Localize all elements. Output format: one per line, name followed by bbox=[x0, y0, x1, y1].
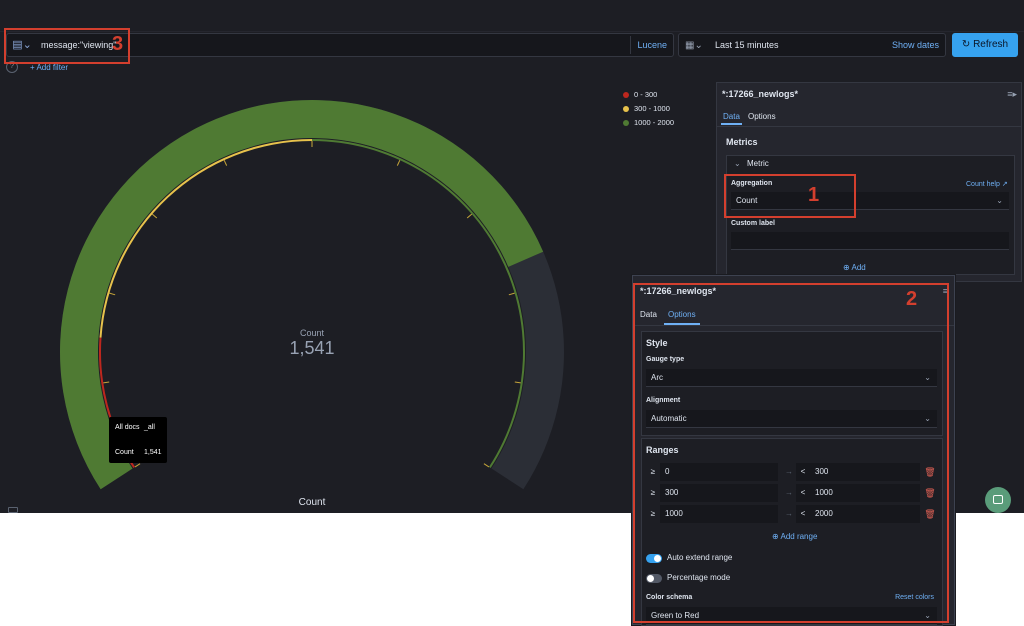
chevron-down-icon: ⌄ bbox=[996, 196, 1003, 205]
inspect-icon[interactable] bbox=[8, 507, 18, 513]
add-label: Add bbox=[851, 263, 866, 272]
custom-label-label: Custom label bbox=[731, 220, 775, 227]
legend-dot-high bbox=[623, 120, 629, 126]
date-picker[interactable]: ▦⌄ Last 15 minutes Show dates bbox=[678, 33, 946, 57]
legend-dot-mid bbox=[623, 106, 629, 112]
metrics-heading: Metrics bbox=[726, 137, 758, 147]
top-nav-bar bbox=[0, 0, 1024, 32]
query-language-button[interactable]: Lucene bbox=[637, 39, 667, 52]
gauge-tick bbox=[514, 381, 521, 384]
refresh-label: Refresh bbox=[973, 39, 1009, 50]
gauge-tick bbox=[483, 463, 490, 468]
legend-item[interactable]: 0 - 300 bbox=[620, 88, 674, 102]
divider bbox=[630, 36, 631, 54]
chat-icon[interactable] bbox=[985, 487, 1011, 513]
gauge-tick bbox=[151, 213, 158, 219]
menu-icon[interactable]: ≡▸ bbox=[1007, 89, 1017, 100]
plus-circle-icon: ⊕ bbox=[843, 263, 850, 272]
show-dates-button[interactable]: Show dates bbox=[892, 39, 939, 52]
annotation-number: 2 bbox=[906, 288, 918, 310]
gauge-range-scale bbox=[99, 139, 312, 338]
count-help-label: Count help bbox=[966, 181, 1000, 188]
refresh-icon: ↻ bbox=[961, 39, 971, 50]
visualization-area: 0 - 300 300 - 1000 1000 - 2000 Count 1,5… bbox=[0, 82, 710, 513]
external-link-icon: ↗ bbox=[1001, 181, 1008, 188]
tabs-divider bbox=[717, 126, 1021, 127]
time-range-text[interactable]: Last 15 minutes bbox=[715, 39, 779, 52]
annotation-box-2 bbox=[633, 283, 949, 623]
legend-label: 0 - 300 bbox=[634, 90, 658, 99]
gauge-tick bbox=[466, 213, 473, 219]
gauge-value: 1,541 bbox=[289, 338, 335, 358]
tab-options[interactable]: Options bbox=[748, 111, 776, 123]
gauge-chart bbox=[60, 99, 565, 490]
legend-label: 1000 - 2000 bbox=[634, 118, 675, 127]
legend-dot-low bbox=[623, 92, 629, 98]
tooltip-key: Count bbox=[115, 449, 134, 456]
annotation-number: 3 bbox=[112, 33, 124, 55]
refresh-button[interactable]: ↻ Refresh bbox=[952, 33, 1018, 57]
annotation-number: 1 bbox=[808, 184, 820, 206]
tooltip-key: All docs bbox=[115, 424, 140, 431]
chevron-down-icon[interactable]: ⌄ bbox=[734, 159, 741, 168]
legend-item[interactable]: 1000 - 2000 bbox=[620, 116, 674, 130]
tooltip-value: 1,541 bbox=[144, 449, 162, 456]
calendar-icon[interactable]: ▦⌄ bbox=[685, 39, 707, 52]
gauge-tick bbox=[396, 159, 401, 166]
legend: 0 - 300 300 - 1000 1000 - 2000 bbox=[620, 88, 674, 130]
gauge-metric-label: Count bbox=[299, 328, 325, 338]
gauge-tick bbox=[508, 292, 515, 296]
gauge-tick bbox=[109, 292, 116, 296]
tab-data[interactable]: Data bbox=[721, 111, 742, 125]
legend-label: 300 - 1000 bbox=[634, 104, 670, 113]
gauge-tick bbox=[223, 159, 228, 166]
add-metric-button[interactable]: ⊕ Add bbox=[843, 263, 866, 272]
tooltip-value: _all bbox=[144, 424, 155, 431]
gauge-tick bbox=[134, 463, 141, 468]
legend-item[interactable]: 300 - 1000 bbox=[620, 102, 674, 116]
metric-accordion-title[interactable]: Metric bbox=[747, 159, 769, 168]
annotation-box-1 bbox=[724, 174, 856, 218]
gauge-tooltip: All docs _all Count 1,541 bbox=[109, 417, 167, 463]
count-help-link[interactable]: Count help ↗ bbox=[966, 180, 1008, 188]
custom-label-input[interactable] bbox=[731, 232, 1009, 250]
index-pattern-title: *:17266_newlogs* bbox=[722, 89, 799, 99]
chart-title: Count bbox=[298, 497, 326, 508]
gauge-tick bbox=[103, 381, 110, 384]
